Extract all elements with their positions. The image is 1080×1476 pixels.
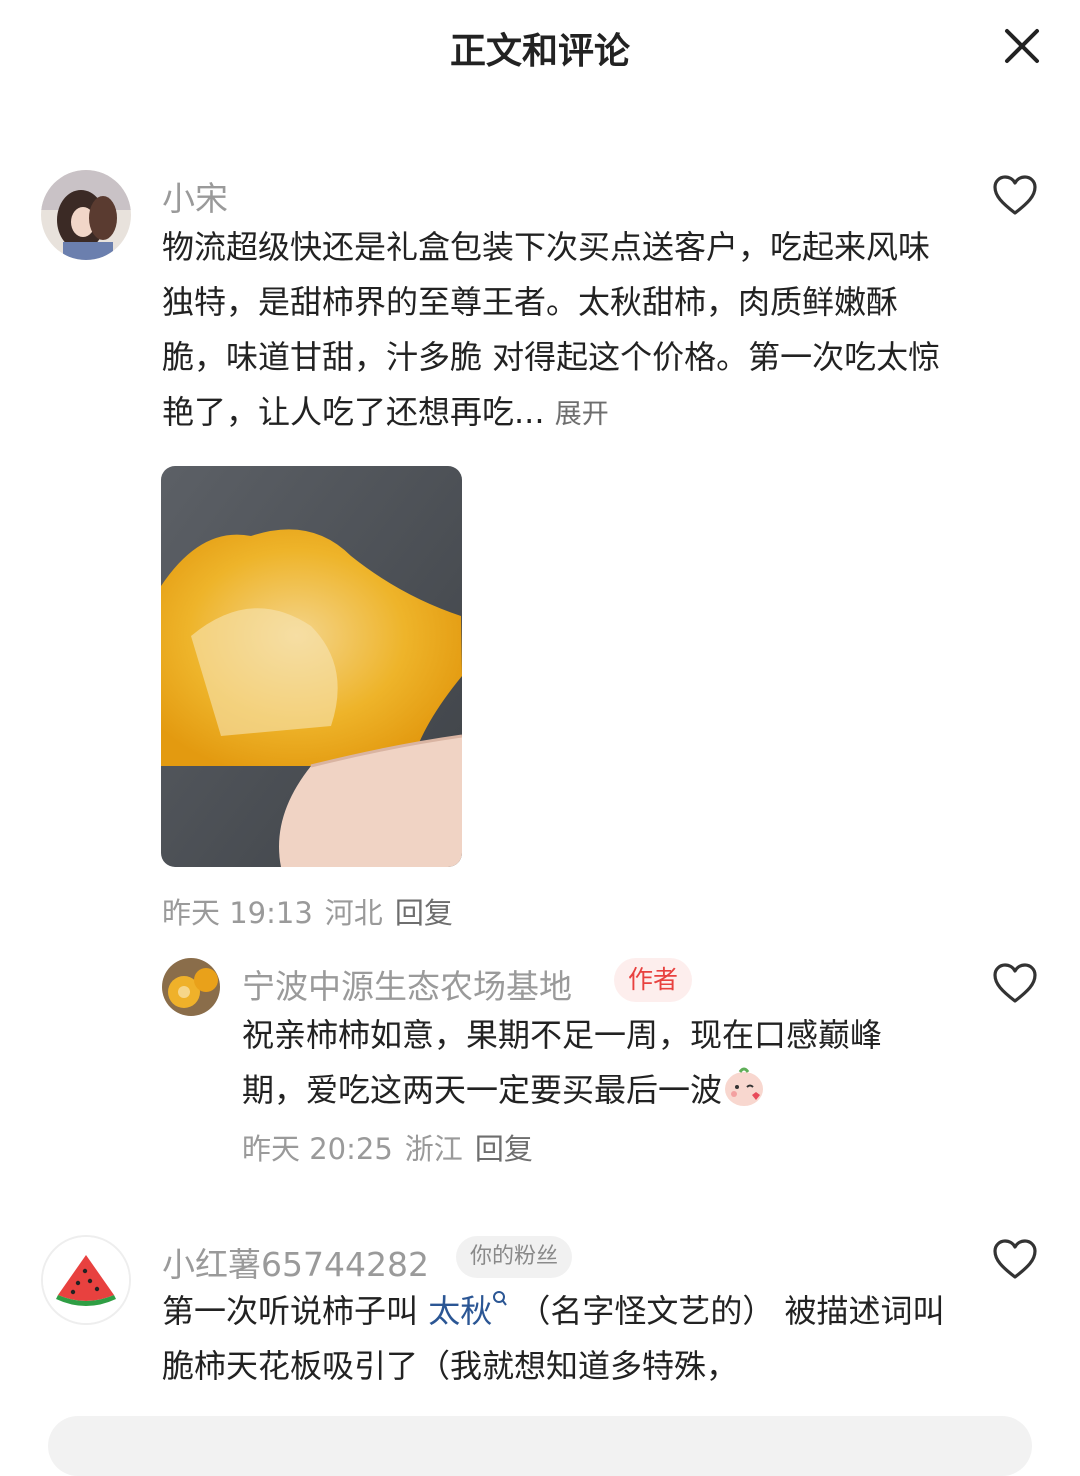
reply-avatar[interactable] <box>162 958 220 1016</box>
like-button[interactable] <box>992 174 1038 216</box>
close-button[interactable] <box>998 22 1046 70</box>
comment-text: 物流超级快还是礼盒包装下次买点送客户，吃起来风味独特，是甜柿界的至尊王者。太秋甜… <box>162 220 952 442</box>
comment-input-bar[interactable] <box>48 1416 1032 1476</box>
comment-photo[interactable] <box>161 466 462 867</box>
comment-body-start: 第一次听说柿子叫 <box>162 1292 429 1330</box>
avatar[interactable] <box>41 1235 131 1325</box>
comment-body: 物流超级快还是礼盒包装下次买点送客户，吃起来风味独特，是甜柿界的至尊王者。太秋甜… <box>162 228 941 431</box>
reply-time: 昨天 20:25 <box>242 1132 393 1166</box>
reply-text: 祝亲柿柿如意，果期不足一周，现在口感巅峰期，爱吃这两天一定要买最后一波 <box>242 1008 942 1118</box>
heart-icon[interactable] <box>992 174 1038 216</box>
like-button[interactable] <box>992 1238 1038 1280</box>
search-icon <box>493 1291 508 1306</box>
kiss-emoji-icon <box>722 1065 766 1109</box>
comment-meta: 昨天 19:13 河北 回复 <box>162 890 465 932</box>
reply-like-button[interactable] <box>992 962 1038 1004</box>
persimmon-avatar-icon <box>162 958 220 1016</box>
reply-username[interactable]: 宁波中源生态农场基地 <box>242 960 572 1008</box>
reply-button[interactable]: 回复 <box>395 896 453 930</box>
avatar-photo-icon <box>41 170 131 260</box>
page-title: 正文和评论 <box>449 31 630 72</box>
comment-time: 昨天 19:13 <box>162 896 313 930</box>
reply-reply-button[interactable]: 回复 <box>475 1132 533 1166</box>
author-badge: 作者 <box>614 958 693 1002</box>
watermelon-icon <box>43 1237 129 1323</box>
heart-icon[interactable] <box>992 1238 1038 1280</box>
header-bar: 正文和评论 <box>0 0 1080 92</box>
reply-body: 祝亲柿柿如意，果期不足一周，现在口感巅峰期，爱吃这两天一定要买最后一波 <box>242 1016 883 1109</box>
comment-text: 第一次听说柿子叫 太秋 （名字怪文艺的） 被描述词叫脆柿天花板吸引了（我就想知道… <box>162 1284 952 1394</box>
expand-link[interactable]: 展开 <box>555 399 609 430</box>
fan-badge: 你的粉丝 <box>456 1236 573 1278</box>
hashtag-link[interactable]: 太秋 <box>428 1292 492 1330</box>
heart-icon[interactable] <box>992 962 1038 1004</box>
comment-username[interactable]: 小红薯65744282 <box>162 1238 429 1286</box>
comment-location: 河北 <box>324 896 383 930</box>
avatar[interactable] <box>41 170 131 260</box>
persimmon-photo <box>161 466 462 867</box>
reply-location: 浙江 <box>404 1132 463 1166</box>
comment-username[interactable]: 小宋 <box>162 172 228 220</box>
reply-meta: 昨天 20:25 浙江 回复 <box>242 1126 545 1168</box>
close-icon[interactable] <box>998 22 1046 70</box>
